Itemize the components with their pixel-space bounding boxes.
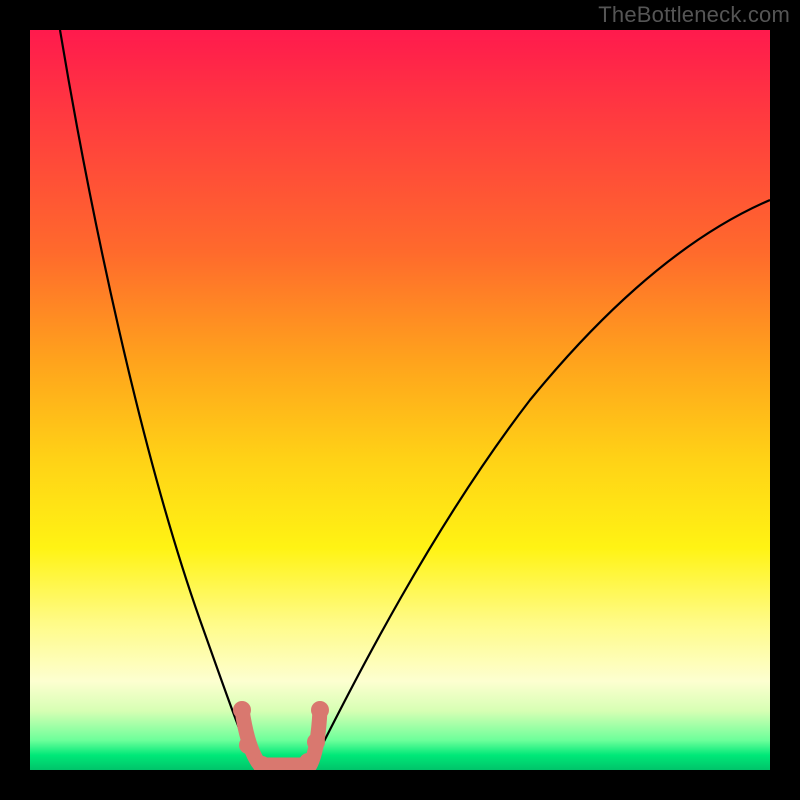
marker [311,701,329,719]
marker [307,733,325,751]
plot-area [30,30,770,770]
left-branch-curve [60,30,255,765]
right-branch-curve [312,200,770,765]
curve-layer [30,30,770,770]
marker [233,701,251,719]
chart-frame: TheBottleneck.com [0,0,800,800]
watermark-text: TheBottleneck.com [598,2,790,28]
marker [239,736,257,754]
